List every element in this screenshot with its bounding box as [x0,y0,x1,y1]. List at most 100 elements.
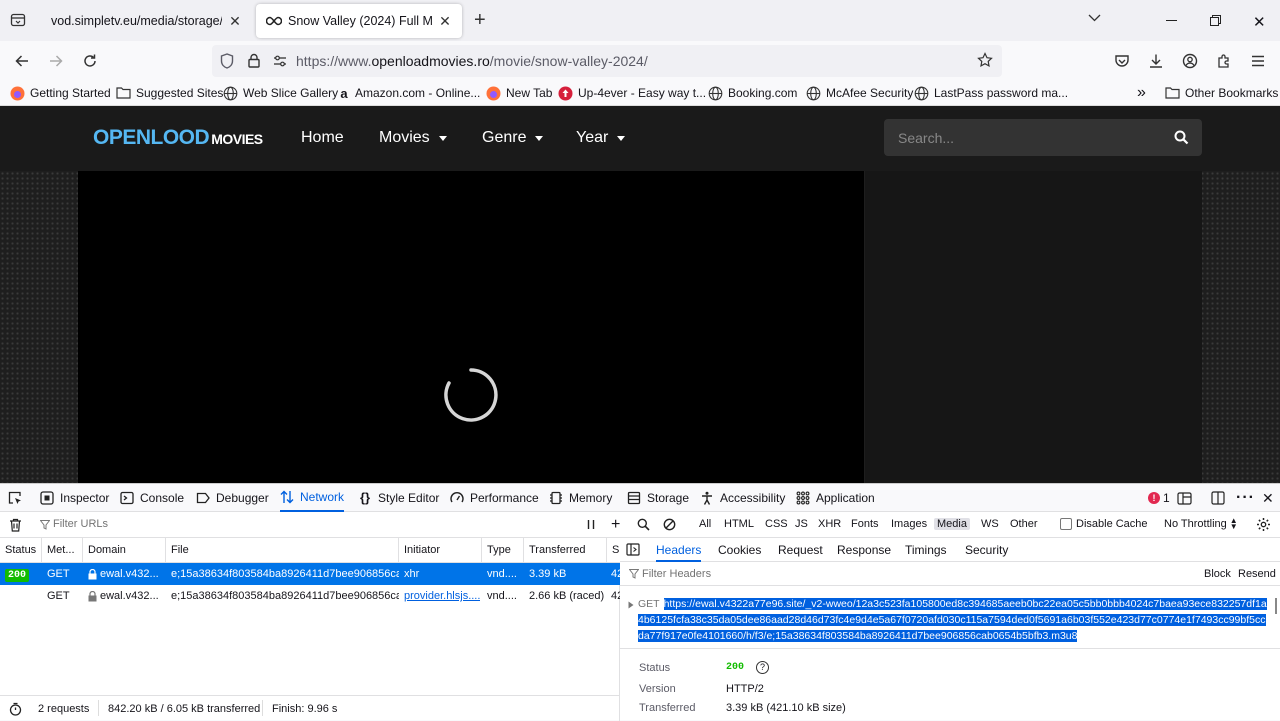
toggle-sidebar-icon[interactable] [626,543,640,556]
expand-triangle-icon[interactable] [628,601,634,609]
search-icon[interactable] [637,518,650,531]
tab-debugger[interactable]: Debugger [196,484,269,512]
request-url-block[interactable]: GET https://ewal.v4322a77e96.site/_v2-wwe… [638,596,1268,644]
site-logo[interactable]: OPENLOOD MOVIES [93,126,263,150]
tab-request[interactable]: Request [778,538,823,562]
dock-mode-icon[interactable] [1211,484,1225,512]
nav-year[interactable]: Year [576,129,626,147]
forward-button[interactable] [44,49,68,73]
nav-home[interactable]: Home [301,129,344,147]
error-count-badge[interactable]: ! 1 [1148,484,1170,512]
close-tab-icon[interactable]: ✕ [228,13,242,30]
extensions-icon[interactable] [1212,49,1236,73]
column-header-initiator[interactable]: Initiator [399,538,482,562]
help-icon[interactable]: ? [756,661,770,674]
block-urls-icon[interactable] [663,518,676,531]
settings-gear-icon[interactable] [1256,517,1271,532]
throttling-select[interactable]: No Throttling ▲ ▼ [1164,517,1238,531]
bookmark-getting-started[interactable]: Getting Started [10,84,111,102]
column-header-status[interactable]: Status [0,538,42,562]
scrollbar-thumb[interactable] [1275,598,1277,614]
tab-overflow-chevron-icon[interactable] [1088,14,1101,22]
disable-cache-checkbox[interactable] [1060,518,1072,530]
devtools-options-icon[interactable]: ··· [1236,484,1255,512]
bookmark-star-icon[interactable] [977,52,993,68]
filter-type-fonts[interactable]: Fonts [848,518,882,530]
column-header-file[interactable]: File [166,538,399,562]
back-button[interactable] [10,49,34,73]
tab-snow-valley[interactable]: Snow Valley (2024) Full Movie ✕ [256,4,462,38]
filter-urls-input[interactable]: Filter URLs [53,518,108,530]
tab-headers[interactable]: Headers [656,538,702,562]
menu-icon[interactable] [1246,49,1270,73]
bookmark-lastpass[interactable]: LastPass password ma... [914,84,1068,102]
bookmark-up4ever[interactable]: Up-4ever - Easy way t... [558,84,706,102]
filter-type-images[interactable]: Images [888,518,930,530]
list-all-tabs-icon[interactable] [10,12,26,28]
bookmark-suggested-sites[interactable]: Suggested Sites [116,84,223,102]
add-request-icon[interactable]: + [611,517,620,533]
restore-button[interactable] [1210,15,1221,26]
filter-headers-input[interactable]: Filter Headers [642,568,711,580]
tab-console[interactable]: Console [120,484,184,512]
column-header-size[interactable]: S [607,538,620,562]
filter-type-html[interactable]: HTML [721,518,757,530]
tab-vod-simpletv[interactable]: vod.simpletv.eu/media/storage/(Pl ✕ [41,4,252,38]
bookmark-web-slice-gallery[interactable]: Web Slice Gallery [223,84,338,102]
new-tab-button[interactable]: + [474,10,486,30]
column-header-domain[interactable]: Domain [83,538,166,562]
tab-inspector[interactable]: Inspector [40,484,109,512]
tab-accessibility[interactable]: Accessibility [700,484,785,512]
address-bar[interactable]: https://www.openloadmovies.ro/movie/snow… [212,45,1002,77]
tab-cookies[interactable]: Cookies [718,538,761,562]
row-initiator-link[interactable]: provider.hlsjs.... [404,585,480,607]
bookmark-other-bookmarks[interactable]: Other Bookmarks [1165,84,1278,102]
filter-type-other[interactable]: Other [1007,518,1041,530]
minimize-button[interactable] [1166,20,1177,21]
filter-type-css[interactable]: CSS [762,518,791,530]
table-row[interactable]: GET ewal.v432... e;15a38634f803584ba8926… [0,585,620,607]
tab-security[interactable]: Security [965,538,1008,562]
resend-button[interactable]: Resend [1238,568,1276,580]
column-header-transferred[interactable]: Transferred [524,538,607,562]
bookmark-new-tab[interactable]: New Tab [486,84,552,102]
nav-movies[interactable]: Movies [379,129,447,147]
account-icon[interactable] [1178,49,1202,73]
filter-type-media[interactable]: Media [934,518,970,530]
column-header-method[interactable]: Met... [42,538,83,562]
tab-performance[interactable]: Performance [450,484,539,512]
trash-icon[interactable] [9,518,22,532]
url-text[interactable]: https://www.openloadmovies.ro/movie/snow… [296,53,648,69]
bookmark-amazon[interactable]: a Amazon.com - Online... [338,84,480,102]
reload-button[interactable] [78,49,102,73]
disable-cache-toggle[interactable]: Disable Cache [1060,518,1148,530]
bookmarks-overflow-icon[interactable]: » [1137,84,1146,102]
filter-type-xhr[interactable]: XHR [815,518,844,530]
nav-genre[interactable]: Genre [482,129,544,147]
close-window-button[interactable]: ✕ [1253,13,1266,31]
pause-icon[interactable] [586,519,596,530]
filter-type-js[interactable]: JS [792,518,811,530]
column-header-type[interactable]: Type [482,538,524,562]
tab-memory[interactable]: Memory [549,484,612,512]
filter-type-ws[interactable]: WS [978,518,1002,530]
tab-style-editor[interactable]: {} Style Editor [358,484,439,512]
tab-network[interactable]: Network [280,484,345,512]
pocket-icon[interactable] [1110,49,1134,73]
permissions-icon[interactable] [273,55,287,67]
bookmark-mcafee[interactable]: McAfee Security [806,84,913,102]
lock-icon[interactable] [248,53,260,68]
bookmark-booking[interactable]: Booking.com [708,84,797,102]
responsive-design-icon[interactable] [1177,484,1192,512]
search-icon[interactable] [1174,130,1189,145]
element-picker-icon[interactable] [8,484,22,512]
timer-icon[interactable] [9,702,22,716]
video-player[interactable] [78,171,864,483]
site-search-input[interactable] [884,119,1154,156]
close-devtools-icon[interactable]: ✕ [1262,484,1274,512]
block-button[interactable]: Block [1204,568,1231,580]
filter-type-all[interactable]: All [696,518,714,530]
close-tab-icon[interactable]: ✕ [438,13,452,30]
table-row[interactable]: 200 GET ewal.v432... e;15a38634f803584ba… [0,563,620,585]
tab-response[interactable]: Response [837,538,891,562]
